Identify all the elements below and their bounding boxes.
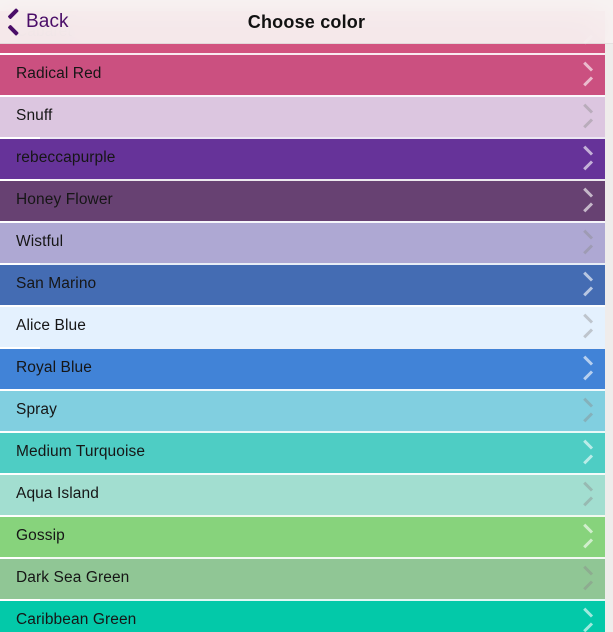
color-row-label: Dark Sea Green — [16, 557, 580, 599]
color-list: CabaretRadical RedSnuffrebeccapurpleHone… — [0, 11, 605, 632]
chevron-right-icon — [580, 611, 591, 629]
chevron-right-icon — [580, 275, 591, 293]
color-row[interactable]: Wistful — [0, 221, 605, 263]
color-row-label: Snuff — [16, 95, 580, 137]
color-row-label: Radical Red — [16, 53, 580, 95]
color-row[interactable]: Royal Blue — [0, 347, 605, 389]
color-list-scroll-area[interactable]: CabaretRadical RedSnuffrebeccapurpleHone… — [0, 0, 613, 632]
color-row[interactable]: Aqua Island — [0, 473, 605, 515]
color-row[interactable]: Spray — [0, 389, 605, 431]
color-row-label: Spray — [16, 389, 580, 431]
chevron-right-icon — [580, 569, 591, 587]
color-row-label: Aqua Island — [16, 473, 580, 515]
chevron-right-icon — [580, 443, 591, 461]
chevron-right-icon — [580, 233, 591, 251]
color-row-label: Wistful — [16, 221, 580, 263]
chevron-right-icon — [580, 401, 591, 419]
chevron-right-icon — [580, 191, 591, 209]
color-row[interactable]: Medium Turquoise — [0, 431, 605, 473]
page-title: Choose color — [0, 0, 613, 44]
back-button-label: Back — [26, 11, 69, 33]
color-row[interactable]: Honey Flower — [0, 179, 605, 221]
chevron-right-icon — [580, 317, 591, 335]
color-row[interactable]: Gossip — [0, 515, 605, 557]
back-button[interactable]: Back — [10, 0, 69, 44]
chevron-right-icon — [580, 107, 591, 125]
choose-color-screen: CabaretRadical RedSnuffrebeccapurpleHone… — [0, 0, 613, 632]
chevron-right-icon — [580, 485, 591, 503]
chevron-right-icon — [580, 527, 591, 545]
color-row[interactable]: Snuff — [0, 95, 605, 137]
vertical-scrollbar[interactable] — [605, 0, 613, 632]
navigation-bar: Back Choose color — [0, 0, 613, 44]
color-row-label: Alice Blue — [16, 305, 580, 347]
chevron-right-icon — [580, 149, 591, 167]
color-row[interactable]: San Marino — [0, 263, 605, 305]
color-row-label: Gossip — [16, 515, 580, 557]
color-row[interactable]: Alice Blue — [0, 305, 605, 347]
color-row[interactable]: Dark Sea Green — [0, 557, 605, 599]
chevron-right-icon — [580, 359, 591, 377]
color-row[interactable]: Radical Red — [0, 53, 605, 95]
color-row[interactable]: Caribbean Green — [0, 599, 605, 632]
color-row-label: rebeccapurple — [16, 137, 580, 179]
chevron-left-icon — [10, 12, 22, 32]
chevron-right-icon — [580, 65, 591, 83]
color-row-label: Medium Turquoise — [16, 431, 580, 473]
color-row-label: Royal Blue — [16, 347, 580, 389]
color-row-label: San Marino — [16, 263, 580, 305]
color-row[interactable]: rebeccapurple — [0, 137, 605, 179]
color-row-label: Caribbean Green — [16, 599, 580, 632]
color-row-label: Honey Flower — [16, 179, 580, 221]
